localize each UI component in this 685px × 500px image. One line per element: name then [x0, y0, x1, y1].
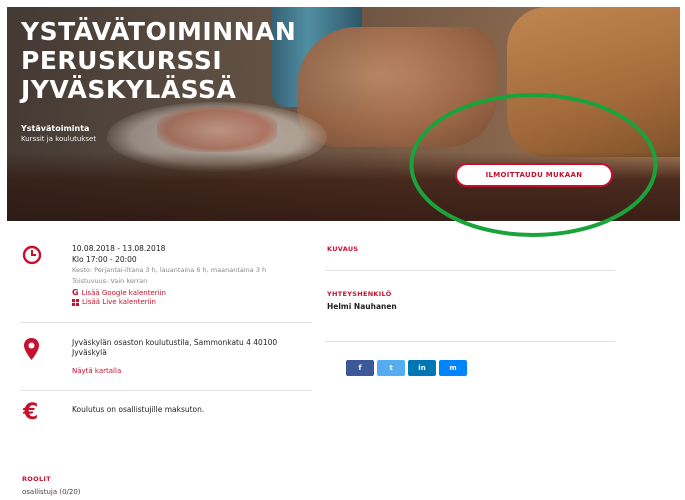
title-line-3: JYVÄSKYLÄSSÄ — [21, 75, 237, 104]
google-calendar-label: Lisää Google kalenteriin — [81, 288, 166, 297]
share-linkedin-button[interactable]: in — [408, 360, 436, 376]
clock-icon — [22, 245, 42, 265]
linkedin-icon: in — [418, 364, 426, 372]
show-on-map-link[interactable]: Näytä kartalla — [72, 367, 121, 375]
contact-name: Helmi Nauhanen — [327, 302, 397, 311]
address-line-1: Jyväskylän osaston koulutustila, Sammonk… — [72, 338, 278, 347]
address-line-2: Jyväskylä — [72, 348, 107, 357]
live-calendar-label: Lisää Live kalenteriin — [82, 298, 156, 306]
title-line-2: PERUSKURSSI — [21, 46, 223, 75]
location-pin-icon — [24, 338, 39, 360]
windows-icon — [72, 298, 79, 306]
category-label: Kurssit ja koulutukset — [21, 135, 97, 143]
event-fee: Koulutus on osallistujille maksuton. — [72, 405, 205, 414]
roles-value: osallistuja (0/20) — [22, 488, 81, 496]
divider — [20, 322, 312, 323]
euro-icon: € — [23, 400, 39, 425]
divider — [325, 270, 615, 271]
google-calendar-link[interactable]: G Lisää Google kalenteriin — [72, 288, 166, 297]
annotation-ellipse — [409, 93, 658, 237]
roles-heading: ROOLIT — [22, 475, 51, 483]
share-twitter-button[interactable]: t — [377, 360, 405, 376]
share-facebook-button[interactable]: f — [346, 360, 374, 376]
messenger-icon: m — [449, 364, 457, 372]
page-title: YSTÄVÄTOIMINNAN PERUSKURSSI JYVÄSKYLÄSSÄ — [21, 17, 321, 104]
live-calendar-link[interactable]: Lisää Live kalenteriin — [72, 298, 156, 306]
title-line-1: YSTÄVÄTOIMINNAN — [21, 17, 297, 46]
twitter-icon: t — [389, 364, 393, 372]
divider — [325, 341, 615, 342]
description-heading: KUVAUS — [327, 245, 359, 253]
share-messenger-button[interactable]: m — [439, 360, 467, 376]
divider — [20, 390, 312, 391]
event-recurrence: Toistuvuus: Vain kerran — [72, 277, 148, 285]
google-icon: G — [72, 288, 79, 297]
event-address: Jyväskylän osaston koulutustila, Sammonk… — [72, 338, 312, 358]
event-time: Klo 17:00 - 20:00 — [72, 255, 137, 264]
event-duration: Kesto: Perjantai-iltana 3 h, lauantaina … — [72, 266, 267, 274]
organizer-label: Ystävätoiminta — [21, 124, 90, 133]
contact-heading: YHTEYSHENKILÖ — [327, 290, 392, 298]
facebook-icon: f — [358, 364, 362, 372]
event-dates: 10.08.2018 - 13.08.2018 — [72, 244, 166, 253]
